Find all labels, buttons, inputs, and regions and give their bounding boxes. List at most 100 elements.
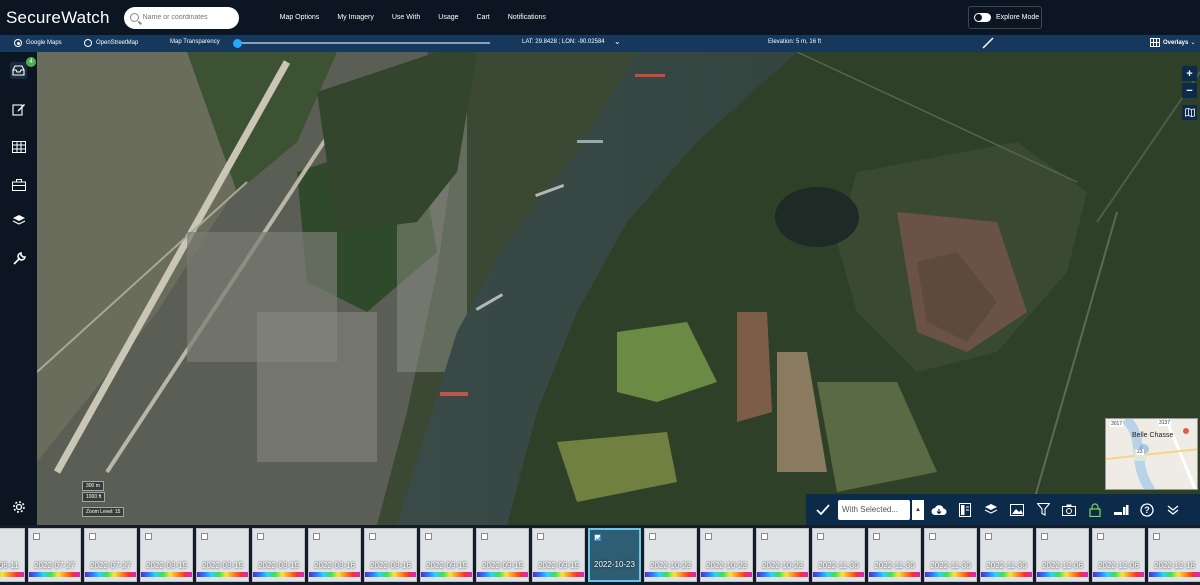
thumbnail-color-bar [757,572,808,577]
compare-panel-icon[interactable] [954,499,976,521]
cloud-download-icon[interactable] [928,499,950,521]
thumbnail-checkbox[interactable] [201,533,208,540]
thumbnail-color-bar [1149,572,1200,577]
thumbnail-date: 2022-06-11 [0,561,19,570]
nav-map-options[interactable]: Map Options [280,14,320,21]
table-icon[interactable] [10,138,27,155]
thumbnail-checkbox[interactable] [705,533,712,540]
thumbnail-checkbox[interactable] [425,533,432,540]
transparency-slider-handle[interactable] [233,39,242,48]
thumbnail-checkbox[interactable] [873,533,880,540]
thumbnail-checkbox[interactable] [649,533,656,540]
basemap-osm-radio[interactable]: OpenStreetMap [84,39,138,47]
camera-icon[interactable] [1058,499,1080,521]
chevron-down-icon[interactable]: ▲ [912,499,924,520]
thumbnail-checkbox[interactable] [33,533,40,540]
imagery-thumbnail[interactable]: 2022-08-16 [364,528,417,582]
thumbnail-color-bar [365,572,416,577]
nav-cart[interactable]: Cart [477,14,490,21]
imagery-thumbnail[interactable]: 2022-08-16 [308,528,361,582]
imagery-thumbnail[interactable]: 2022-09-15 [420,528,473,582]
thumbnail-date: 2022-12-06 [1042,561,1083,570]
imagery-thumbnail[interactable]: 2022-11-30 [812,528,865,582]
measure-ruler-icon[interactable] [982,37,994,51]
layers-icon[interactable] [980,499,1002,521]
imagery-thumbnail[interactable]: 2022-10-23 [700,528,753,582]
thumbnail-checkbox[interactable] [369,533,376,540]
thumbnail-checkbox[interactable] [817,533,824,540]
zoom-out-button[interactable]: − [1182,83,1197,98]
thumbnail-checkbox[interactable] [1041,533,1048,540]
wrench-icon[interactable] [10,250,27,267]
imagery-thumbnail[interactable]: 2022-09-15 [532,528,585,582]
thumbnail-date: 2022-09-15 [426,561,467,570]
satellite-map[interactable]: 300 m 1000 ft Zoom Level: 15 [37,52,1200,525]
imagery-thumbnail[interactable]: 2022-12-18 [1148,528,1200,582]
lock-icon[interactable] [1084,499,1106,521]
overlays-button[interactable]: Overlays ⌄ [1150,38,1195,47]
imagery-thumbnail[interactable]: 2022-08-15 [140,528,193,582]
nav-my-imagery[interactable]: My Imagery [337,14,374,21]
thumbnail-checkbox[interactable] [1097,533,1104,540]
zoom-in-button[interactable]: + [1182,66,1197,81]
select-all-check-icon[interactable] [812,499,834,521]
app-logo[interactable]: SecureWatch [6,8,110,28]
filter-icon[interactable] [1032,499,1054,521]
thumbnail-checkbox[interactable] [1153,533,1160,540]
briefcase-icon[interactable] [10,176,27,193]
gear-icon[interactable] [10,498,27,515]
imagery-thumbnail[interactable]: 2022-09-15 [476,528,529,582]
transparency-slider-track[interactable] [235,42,490,44]
thumbnail-color-bar [533,572,584,577]
thumbnail-date: 2022-11-30 [874,561,915,570]
thumbnail-checkbox[interactable] [145,533,152,540]
imagery-thumbnail[interactable]: 2022-11-30 [924,528,977,582]
map-book-icon[interactable] [1182,105,1197,120]
overview-minimap[interactable]: 3017 3137 23 Belle Chasse [1105,418,1198,490]
imagery-thumbnail[interactable]: 2022-07-27 [84,528,137,582]
inbox-icon[interactable] [10,62,27,79]
image-icon[interactable] [1006,499,1028,521]
basemap-google-radio[interactable]: Google Maps [14,39,62,47]
thumbnail-checkbox[interactable] [89,533,96,540]
imagery-thumbnail[interactable]: 2022-10-23 [644,528,697,582]
search-box[interactable] [123,6,239,29]
imagery-thumbnail[interactable]: 2022-06-11 [0,528,25,582]
imagery-thumbnail[interactable]: 2022-08-15 [196,528,249,582]
thumbnail-checkbox[interactable] [929,533,936,540]
thumbnail-date: 2022-07-27 [34,561,75,570]
with-selected-dropdown[interactable]: With Selected... [838,499,910,520]
imagery-thumbnail[interactable]: 2022-10-23 [756,528,809,582]
imagery-thumbnail[interactable]: 2022-11-30 [868,528,921,582]
radio-unselected-icon [84,39,92,47]
help-icon[interactable]: ? [1136,499,1158,521]
imagery-thumbnail[interactable]: 2022-11-30 [980,528,1033,582]
thumbnail-checkbox[interactable] [537,533,544,540]
edit-icon[interactable] [10,100,27,117]
thumbnail-checkbox[interactable] [985,533,992,540]
nav-notifications[interactable]: Notifications [508,14,546,21]
search-input[interactable] [142,14,233,21]
nav-usage[interactable]: Usage [438,14,458,21]
imagery-thumbnail[interactable]: 2022-10-23 [588,528,641,582]
thumbnail-checkbox[interactable] [313,533,320,540]
imagery-thumbnail-strip[interactable]: 2022-06-11 2022-07-27 2022-07-27 2022-08-15… [0,525,1200,585]
chevron-down-icon[interactable]: ⌄ [614,37,621,46]
thumbnail-checkbox[interactable] [257,533,264,540]
thumbnail-checkbox[interactable] [761,533,768,540]
imagery-thumbnail[interactable]: 2022-08-15 [252,528,305,582]
layers-icon[interactable] [10,212,27,229]
overlays-label: Overlays [1163,39,1189,46]
imagery-thumbnail[interactable]: 2022-12-06 [1036,528,1089,582]
explore-mode-toggle[interactable]: Explore Mode [968,6,1042,29]
thumbnail-checkbox[interactable] [481,533,488,540]
thumbnail-checkbox[interactable] [594,534,602,542]
thumbnail-date: 2022-11-30 [986,561,1027,570]
nav-use-with[interactable]: Use With [392,14,420,21]
signal-bars-icon[interactable] [1110,499,1132,521]
toggle-switch[interactable] [974,13,991,22]
imagery-thumbnail[interactable]: 2022-07-27 [28,528,81,582]
thumbnail-date: 2022-10-23 [706,561,747,570]
imagery-thumbnail[interactable]: 2022-12-06 [1092,528,1145,582]
collapse-chevron-icon[interactable] [1162,499,1184,521]
